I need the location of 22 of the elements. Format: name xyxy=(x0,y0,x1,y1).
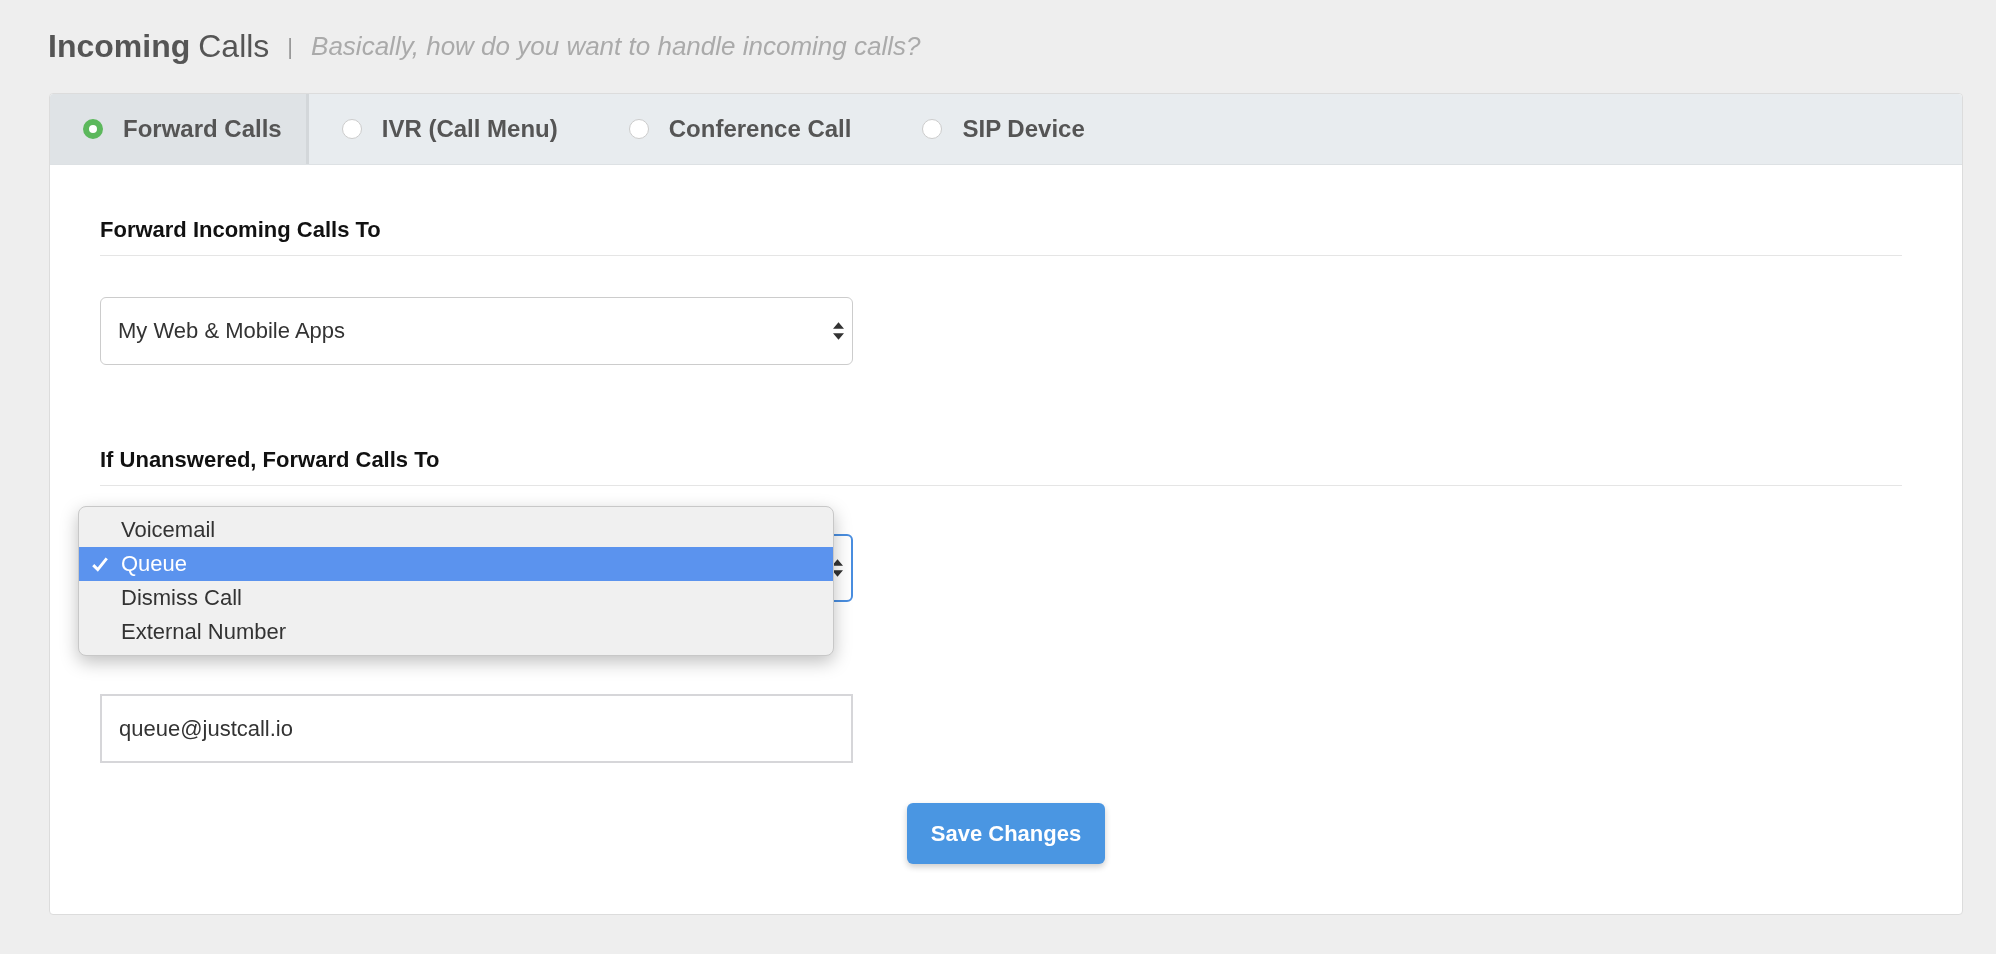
page-title: Calls xyxy=(198,28,270,65)
page-subtitle: Basically, how do you want to handle incoming calls? xyxy=(311,31,921,62)
select-field[interactable]: My Web & Mobile Apps xyxy=(100,297,853,365)
text-input[interactable]: queue@justcall.io xyxy=(100,694,853,763)
section-heading: Forward Incoming Calls To xyxy=(100,217,1902,256)
up-down-arrows-icon xyxy=(833,322,844,340)
section-heading: If Unanswered, Forward Calls To xyxy=(100,447,1902,486)
radio-button[interactable] xyxy=(341,119,362,139)
dropdown-option[interactable]: External Number xyxy=(79,615,833,649)
tab[interactable]: SIP Device xyxy=(889,94,1123,164)
radio-button[interactable] xyxy=(83,119,103,139)
page-title: Incoming xyxy=(48,28,191,65)
title-separator: | xyxy=(287,33,294,60)
dropdown-option[interactable]: Dismiss Call xyxy=(79,581,833,615)
tab[interactable]: IVR (Call Menu) xyxy=(308,94,596,164)
tab[interactable]: Conference Call xyxy=(595,94,890,164)
dropdown-option[interactable]: Voicemail xyxy=(79,513,833,547)
checkmark-icon xyxy=(91,555,109,573)
tab[interactable]: Forward Calls xyxy=(50,94,309,164)
up-down-arrows-icon xyxy=(832,559,843,577)
radio-button[interactable] xyxy=(922,119,943,139)
radio-button[interactable] xyxy=(628,119,649,139)
